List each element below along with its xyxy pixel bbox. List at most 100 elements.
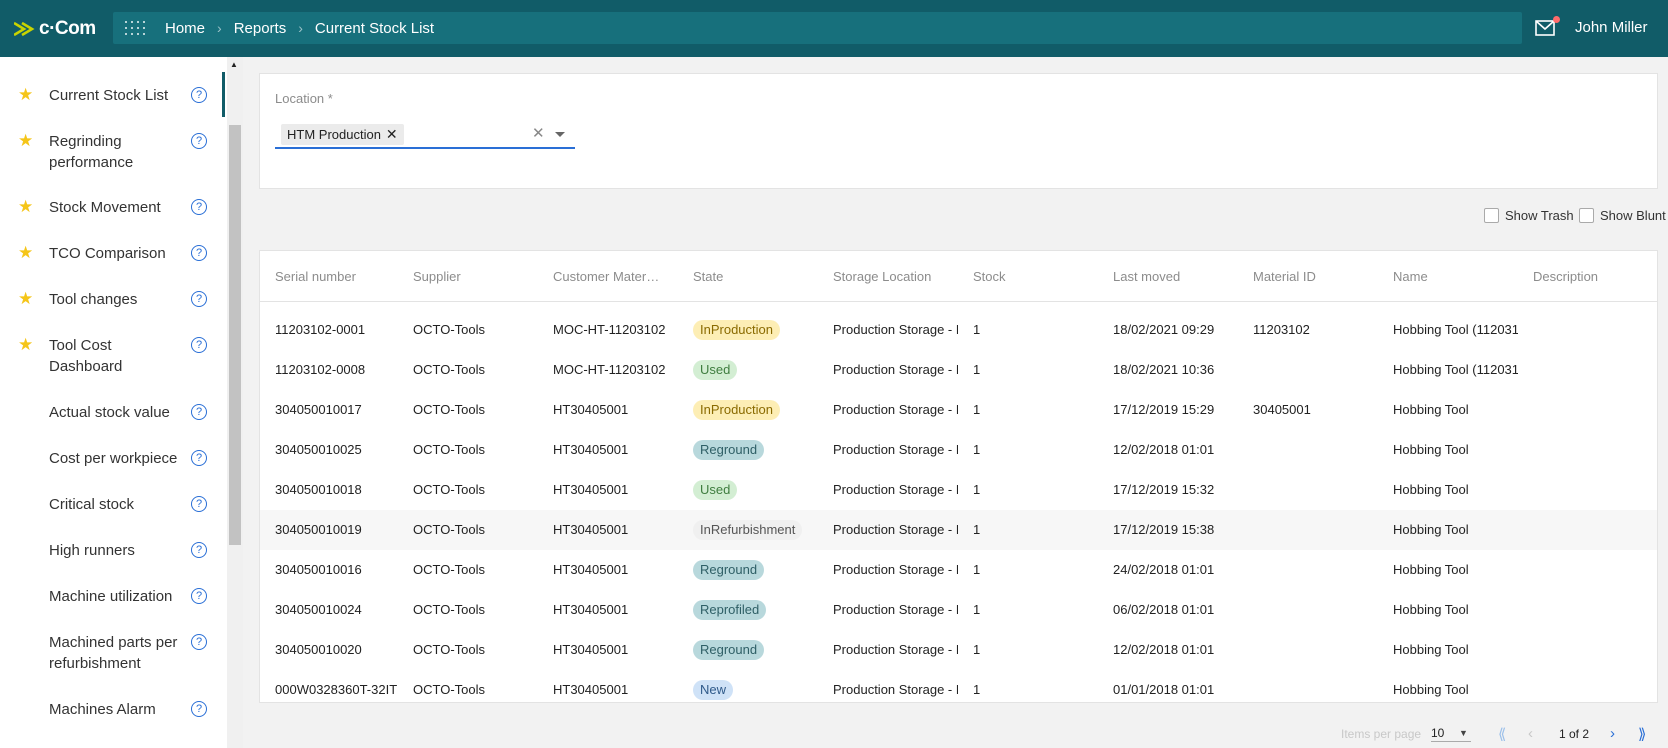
sidebar: ★ Current Stock List ? ★ Regrinding perf… <box>0 57 227 748</box>
sidebar-item-label[interactable]: Current Stock List <box>49 85 189 106</box>
column-header-stock[interactable]: Stock <box>973 269 1093 284</box>
star-icon[interactable]: ★ <box>18 85 36 105</box>
cell-last-moved: 17/12/2019 15:38 <box>1113 522 1215 537</box>
show-trash-checkbox[interactable]: Show Trash <box>1484 208 1574 223</box>
column-header-last-moved[interactable]: Last moved <box>1113 269 1233 284</box>
mail-icon[interactable] <box>1535 20 1555 36</box>
items-per-page-select[interactable]: 10 ▼ <box>1431 726 1471 742</box>
table-row[interactable]: 11203102-0008 OCTO-Tools MOC-HT-11203102 Us… <box>260 350 1657 390</box>
notification-dot <box>1553 16 1560 23</box>
table-row[interactable]: 000W0328360T-32IT OCTO-Tools HT30405001 New… <box>260 670 1657 710</box>
show-trash-label[interactable]: Show Trash <box>1505 208 1574 223</box>
star-icon[interactable]: ★ <box>18 131 36 151</box>
cell-customer-material: HT30405001 <box>553 562 629 577</box>
checkbox-box[interactable] <box>1484 208 1499 223</box>
cell-storage: Production Storage - Lir <box>833 442 958 457</box>
sidebar-item-label[interactable]: Machines Alarm <box>49 699 189 720</box>
help-icon[interactable]: ? <box>191 337 207 353</box>
cell-customer-material: HT30405001 <box>553 522 629 537</box>
sidebar-item-label[interactable]: Tool Cost Dashboard <box>49 335 189 377</box>
column-header-material-id[interactable]: Material ID <box>1253 269 1373 284</box>
table-row[interactable]: 304050010018 OCTO-Tools HT30405001 Used Prod… <box>260 470 1657 510</box>
help-icon[interactable]: ? <box>191 701 207 717</box>
state-badge: Reground <box>693 440 765 460</box>
help-icon[interactable]: ? <box>191 199 207 215</box>
sidebar-item-label[interactable]: Tool changes <box>49 289 189 310</box>
sidebar-item-label[interactable]: Critical stock <box>49 494 189 515</box>
column-header-description[interactable]: Description <box>1533 269 1653 284</box>
help-icon[interactable]: ? <box>191 133 207 149</box>
show-blunt-checkbox[interactable]: Show Blunt <box>1579 208 1666 223</box>
filter-panel: Location * HTM Production ✕ ✕ <box>259 73 1658 189</box>
cell-storage: Production Storage - Lir <box>833 362 958 377</box>
table-row[interactable]: 304050010019 OCTO-Tools HT30405001 InRefurb… <box>260 510 1657 550</box>
checkbox-box[interactable] <box>1579 208 1594 223</box>
show-blunt-label[interactable]: Show Blunt <box>1600 208 1666 223</box>
column-header-state[interactable]: State <box>693 269 813 284</box>
first-page-icon[interactable]: ⟪ <box>1498 725 1506 743</box>
sidebar-item-label[interactable]: Actual stock value <box>49 402 189 423</box>
help-icon[interactable]: ? <box>191 588 207 604</box>
sidebar-item-label[interactable]: High runners <box>49 540 189 561</box>
next-page-icon[interactable]: › <box>1610 725 1615 742</box>
table-row[interactable]: 304050010020 OCTO-Tools HT30405001 Reground… <box>260 630 1657 670</box>
help-icon[interactable]: ? <box>191 245 207 261</box>
sidebar-item-label[interactable]: Regrinding performance <box>49 131 189 173</box>
brand-logo[interactable]: c·Com <box>14 16 96 42</box>
location-multiselect[interactable]: HTM Production ✕ ✕ <box>275 119 575 149</box>
star-icon[interactable]: ★ <box>18 335 36 355</box>
cell-stock: 1 <box>973 602 981 617</box>
cell-storage: Production Storage - Lir <box>833 562 958 577</box>
star-icon[interactable]: ★ <box>18 289 36 309</box>
help-icon[interactable]: ? <box>191 542 207 558</box>
dropdown-arrow-icon[interactable] <box>555 132 565 137</box>
clear-icon[interactable]: ✕ <box>532 124 545 142</box>
cell-last-moved: 01/01/2018 01:01 <box>1113 682 1215 697</box>
sidebar-item-label[interactable]: Stock Movement <box>49 197 189 218</box>
cell-material-id: 30405001 <box>1253 402 1311 417</box>
column-header-storage[interactable]: Storage Location <box>833 269 953 284</box>
location-chip[interactable]: HTM Production ✕ <box>281 124 404 145</box>
star-icon[interactable]: ★ <box>18 197 36 217</box>
column-header-customer-material[interactable]: Customer Mater… <box>553 269 658 284</box>
remove-chip-icon[interactable]: ✕ <box>386 124 398 145</box>
help-icon[interactable]: ? <box>191 496 207 512</box>
cell-last-moved: 12/02/2018 01:01 <box>1113 442 1215 457</box>
table-row[interactable]: 304050010016 OCTO-Tools HT30405001 Reground… <box>260 550 1657 590</box>
table-row[interactable]: 304050010017 OCTO-Tools HT30405001 InProduc… <box>260 390 1657 430</box>
column-header-serial[interactable]: Serial number <box>275 269 395 284</box>
sidebar-scrollbar-thumb[interactable] <box>229 125 241 545</box>
table-row[interactable]: 11203102-0001 OCTO-Tools MOC-HT-11203102 In… <box>260 310 1657 350</box>
table-row[interactable]: 304050010024 OCTO-Tools HT30405001 Reprofil… <box>260 590 1657 630</box>
cell-storage: Production Storage - Lir <box>833 522 958 537</box>
help-icon[interactable]: ? <box>191 87 207 103</box>
cell-last-moved: 06/02/2018 01:01 <box>1113 602 1215 617</box>
column-header-supplier[interactable]: Supplier <box>413 269 533 284</box>
breadcrumb-home[interactable]: Home <box>165 20 205 37</box>
help-icon[interactable]: ? <box>191 291 207 307</box>
sidebar-item-label[interactable]: Machined parts per refurbishment <box>49 632 189 674</box>
help-icon[interactable]: ? <box>191 450 207 466</box>
cell-serial: 304050010017 <box>275 402 362 417</box>
help-icon[interactable]: ? <box>191 634 207 650</box>
app-header: c·Com Home › Reports › Current Stock Lis… <box>0 0 1668 57</box>
cell-supplier: OCTO-Tools <box>413 322 485 337</box>
cell-stock: 1 <box>973 682 981 697</box>
cell-last-moved: 17/12/2019 15:32 <box>1113 482 1215 497</box>
chevron-right-icon: › <box>298 20 303 36</box>
sidebar-item-label[interactable]: Cost per workpiece <box>49 448 189 469</box>
help-icon[interactable]: ? <box>191 404 207 420</box>
sidebar-item-label[interactable]: TCO Comparison <box>49 243 189 264</box>
table-row[interactable]: 304050010025 OCTO-Tools HT30405001 Reground… <box>260 430 1657 470</box>
star-icon[interactable]: ★ <box>18 243 36 263</box>
state-badge: Used <box>693 480 738 500</box>
last-page-icon[interactable]: ⟫ <box>1638 725 1646 743</box>
cell-serial: 304050010018 <box>275 482 362 497</box>
user-name[interactable]: John Miller <box>1575 19 1648 36</box>
app-grid-icon[interactable] <box>125 20 147 36</box>
column-header-name[interactable]: Name <box>1393 269 1513 284</box>
sidebar-item-label[interactable]: Machine utilization <box>49 586 189 607</box>
prev-page-icon[interactable]: ‹ <box>1528 725 1533 742</box>
breadcrumb-reports[interactable]: Reports <box>234 20 287 37</box>
scroll-up-icon[interactable]: ▲ <box>230 60 238 69</box>
